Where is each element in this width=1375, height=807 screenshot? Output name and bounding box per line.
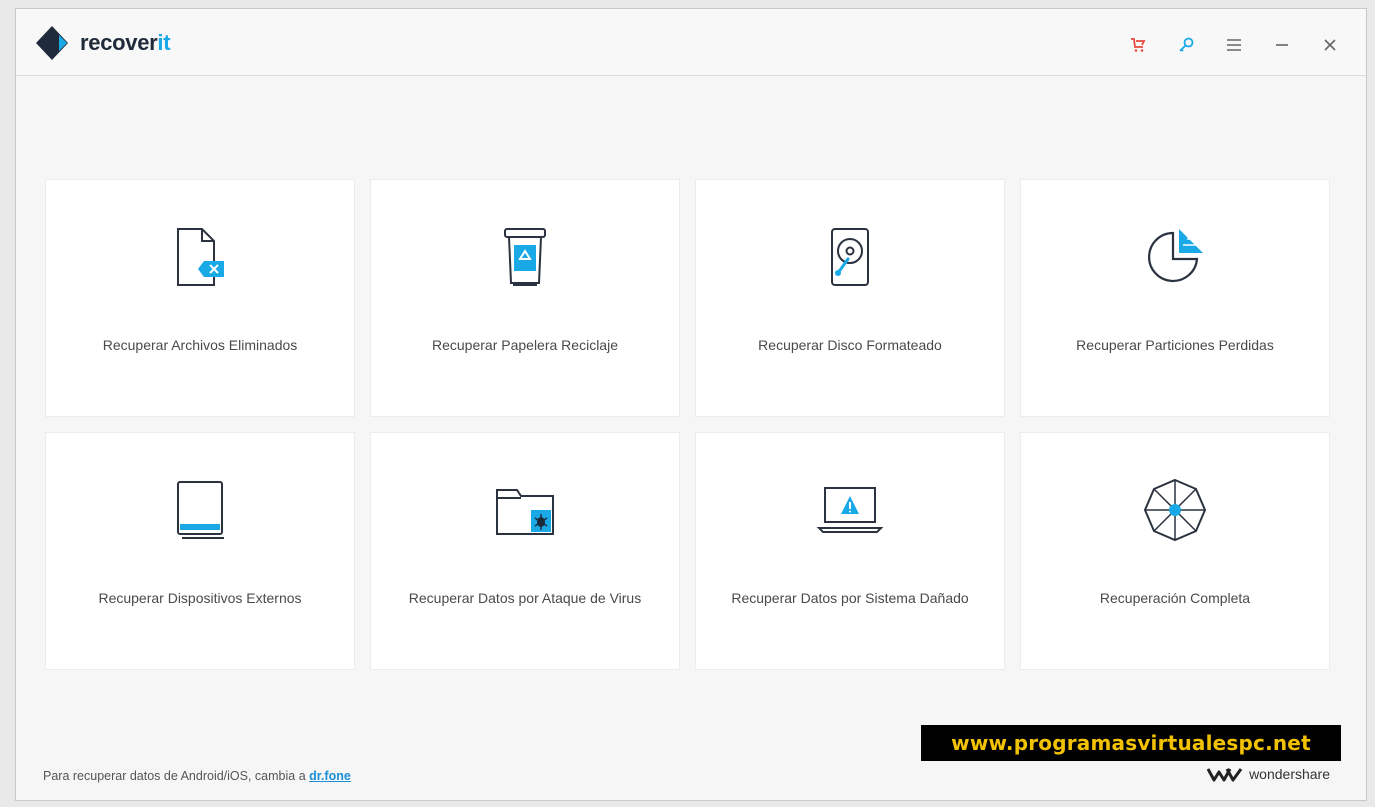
cart-icon (1131, 38, 1146, 52)
close-icon (1324, 39, 1336, 51)
brand-name: wondershare (1249, 766, 1330, 782)
wondershare-logo-icon (1207, 768, 1243, 782)
card-label: Recuperar Datos por Ataque de Virus (408, 590, 642, 606)
external-device-icon (165, 475, 235, 545)
key-icon (1179, 37, 1194, 52)
recycle-bin-icon (490, 222, 560, 292)
card-label: Recuperar Dispositivos Externos (98, 590, 302, 606)
drfone-link[interactable]: dr.fone (309, 769, 351, 783)
crashed-system-icon (815, 475, 885, 545)
card-formatted-disk[interactable]: Recuperar Disco Formateado (695, 179, 1005, 417)
cart-button[interactable] (1114, 31, 1162, 59)
title-bar: recoverit (16, 9, 1366, 76)
minimize-button[interactable] (1258, 31, 1306, 59)
window-controls (1114, 31, 1354, 59)
card-label: Recuperar Datos por Sistema Dañado (731, 590, 969, 606)
card-crashed-system[interactable]: Recuperar Datos por Sistema Dañado (695, 432, 1005, 670)
card-deleted-files[interactable]: Recuperar Archivos Eliminados (45, 179, 355, 417)
card-label: Recuperación Completa (1099, 590, 1251, 606)
website-watermark: www.programasvirtualespc.net (921, 725, 1341, 761)
minimize-icon (1276, 44, 1288, 46)
card-label: Recuperar Archivos Eliminados (102, 337, 298, 353)
card-virus-attack[interactable]: Recuperar Datos por Ataque de Virus (370, 432, 680, 670)
card-complete-recovery[interactable]: Recuperación Completa (1020, 432, 1330, 670)
note-text: Para recuperar datos de Android/iOS, cam… (43, 769, 310, 783)
deleted-file-icon (165, 222, 235, 292)
card-recycle-bin[interactable]: Recuperar Papelera Reciclaje (370, 179, 680, 417)
wondershare-brand: wondershare (1207, 766, 1330, 782)
app-window: recoverit Recuperar Archivos Eliminados … (15, 8, 1367, 801)
recoverit-logo: recoverit (34, 26, 171, 60)
card-label: Recuperar Particiones Perdidas (1076, 337, 1274, 353)
menu-button[interactable] (1210, 31, 1258, 59)
complete-recovery-icon (1140, 475, 1210, 545)
virus-folder-icon (490, 475, 560, 545)
close-button[interactable] (1306, 31, 1354, 59)
recoverit-logo-icon (36, 26, 68, 60)
recovery-mode-grid: Recuperar Archivos Eliminados Recuperar … (45, 179, 1330, 670)
card-external-devices[interactable]: Recuperar Dispositivos Externos (45, 432, 355, 670)
app-name: recoverit (80, 30, 171, 55)
card-label: Recuperar Papelera Reciclaje (432, 337, 618, 353)
card-label: Recuperar Disco Formateado (758, 337, 942, 353)
android-ios-note: Para recuperar datos de Android/iOS, cam… (43, 769, 351, 783)
card-lost-partitions[interactable]: Recuperar Particiones Perdidas (1020, 179, 1330, 417)
hard-disk-icon (815, 222, 885, 292)
menu-icon (1227, 39, 1241, 51)
partition-icon (1140, 222, 1210, 292)
register-button[interactable] (1162, 31, 1210, 59)
